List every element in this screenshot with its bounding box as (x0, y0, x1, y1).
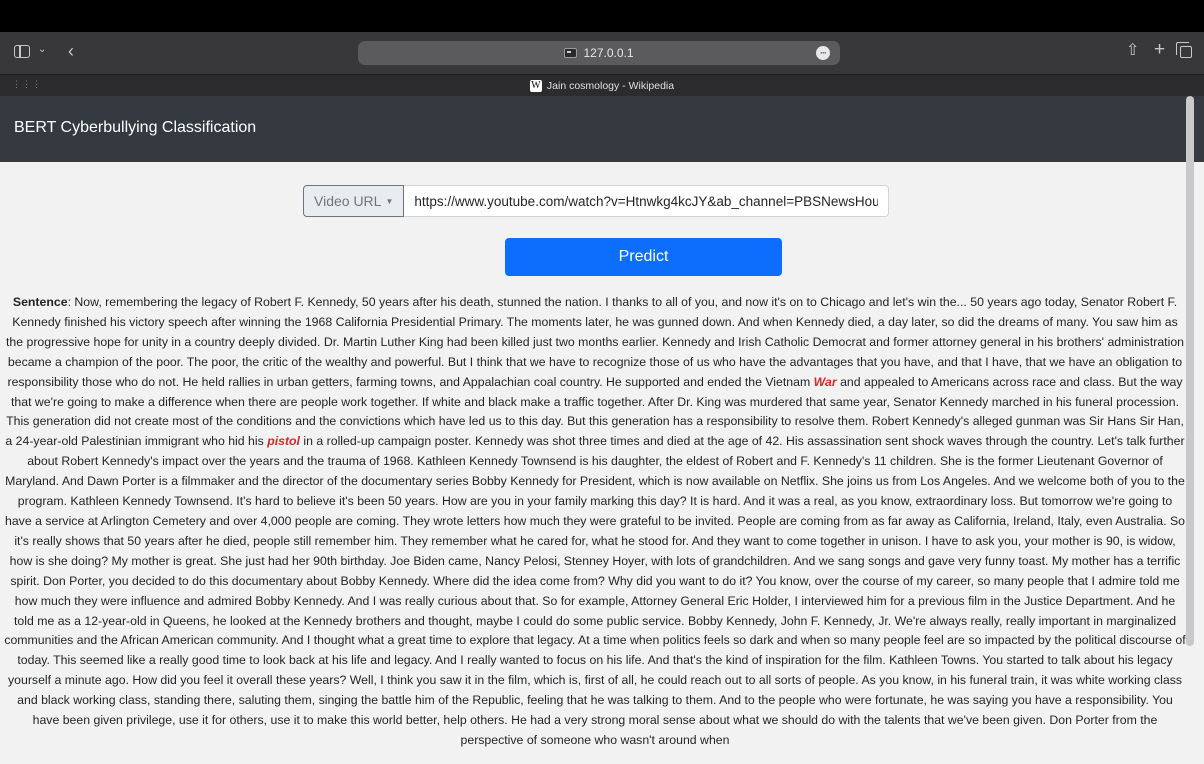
address-bar[interactable]: 127.0.0.1 ··· (358, 41, 840, 65)
address-url: 127.0.0.1 (583, 46, 634, 60)
sentence-result: Sentence: Now, remembering the legacy of… (4, 293, 1186, 751)
sentence-label: Sentence (12, 295, 68, 309)
video-url-input[interactable] (404, 185, 890, 217)
terminal-site-icon (564, 48, 578, 58)
app-navbar: BERT Cyberbullying Classification (0, 96, 1204, 162)
new-tab-icon[interactable]: + (1154, 39, 1165, 61)
tab-active[interactable]: W Jain cosmology - Wikipedia (0, 75, 1204, 96)
flagged-word: pistol (267, 434, 300, 449)
screen-top-bar (0, 0, 1204, 32)
back-arrow-icon[interactable]: ‹ (68, 41, 74, 62)
page-scrollbar[interactable] (1186, 96, 1194, 646)
tab-bar: ⋮⋮⋮ W Jain cosmology - Wikipedia (0, 74, 1204, 96)
predict-button[interactable]: Predict (505, 238, 782, 276)
sentence-segments: : Now, remembering the legacy of Robert … (4, 295, 1185, 747)
sentence-text: in a rolled-up campaign poster. Kennedy … (4, 434, 1186, 747)
url-input-group: Video URL ▼ (303, 185, 890, 217)
wikipedia-favicon-icon: W (529, 79, 542, 92)
tab-title: Jain cosmology - Wikipedia (546, 79, 675, 92)
url-type-dropdown[interactable]: Video URL ▼ (303, 185, 405, 217)
flagged-word: War (813, 374, 837, 389)
browser-toolbar: ⌄ ‹ 127.0.0.1 ··· ⇧ + (0, 32, 1204, 74)
caret-down-icon: ▼ (385, 196, 394, 206)
share-icon[interactable]: ⇧ (1126, 40, 1139, 60)
app-brand-title[interactable]: BERT Cyberbullying Classification (14, 119, 256, 137)
main-content: Video URL ▼ Predict Sentence: Now, remem… (0, 162, 1204, 764)
sidebar-toggle-icon[interactable] (14, 45, 30, 58)
tab-overview-icon[interactable] (1176, 42, 1192, 58)
chevron-down-icon[interactable]: ⌄ (38, 44, 46, 55)
url-type-label: Video URL (314, 193, 382, 209)
more-options-icon[interactable]: ··· (816, 46, 830, 60)
